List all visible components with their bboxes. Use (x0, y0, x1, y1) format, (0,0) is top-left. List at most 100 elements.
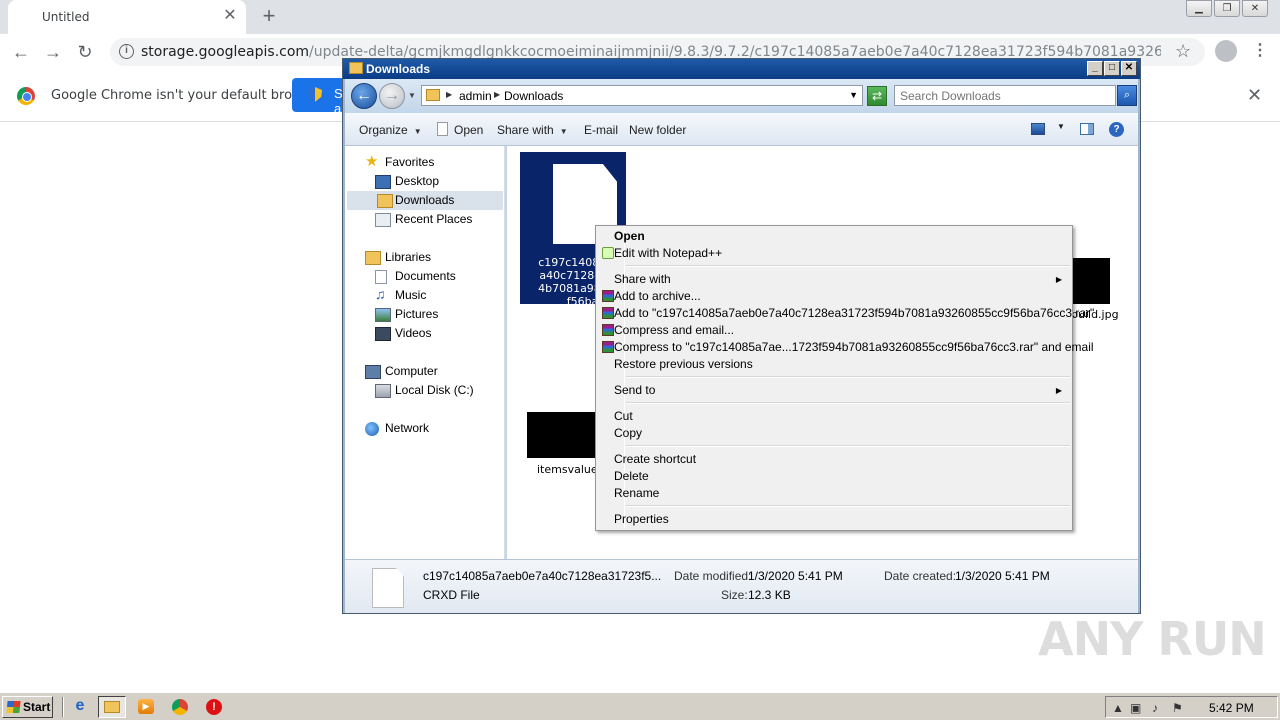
submenu-arrow-icon: ▶ (1055, 386, 1062, 395)
change-view-icon[interactable] (1031, 123, 1045, 135)
computer-icon (365, 365, 381, 379)
profile-avatar-icon[interactable] (1215, 40, 1237, 62)
menu-separator (626, 265, 1070, 267)
explorer-minimize-button[interactable]: _ (1087, 61, 1103, 76)
share-with-button[interactable]: Share with ▼ (497, 123, 568, 137)
menu-item-compress-email[interactable]: Compress and email... (598, 322, 1070, 339)
forward-arrow-icon[interactable]: → (40, 39, 66, 65)
info-icon[interactable]: i (119, 44, 134, 59)
volume-icon[interactable]: ♪ (1152, 701, 1158, 715)
refresh-icon[interactable]: ⇄ (867, 86, 887, 106)
menu-label: Add to archive... (614, 289, 701, 303)
menu-label: Rename (614, 486, 660, 500)
address-dropdown-icon[interactable]: ▼ (849, 90, 858, 100)
search-box[interactable] (894, 85, 1116, 106)
nav-label: Pictures (395, 307, 439, 321)
menu-item-share-with[interactable]: Share with ▶ (598, 271, 1070, 288)
forward-button[interactable]: → (379, 83, 405, 109)
chrome-taskbar-icon[interactable] (166, 696, 194, 718)
caret-down-icon: ▼ (413, 127, 422, 136)
browser-tab[interactable]: Untitled ✕ (8, 0, 246, 34)
menu-item-rename[interactable]: Rename (598, 485, 1070, 502)
menu-label: Compress to "c197c14085a7ae...1723f594b7… (614, 340, 1094, 354)
menu-item-open[interactable]: Open (598, 228, 1070, 245)
music-icon: ♫ (375, 286, 386, 302)
show-hidden-icons-icon[interactable]: ▲ (1112, 701, 1124, 715)
email-button[interactable]: E-mail (584, 123, 618, 137)
nav-label: Downloads (395, 193, 455, 207)
recent-pages-dropdown-icon[interactable]: ▼ (408, 91, 416, 100)
chrome-logo-icon (17, 87, 35, 105)
open-button[interactable]: Open (454, 123, 483, 137)
nav-label: Libraries (385, 250, 432, 264)
command-bar: Organize ▼ Open Share with ▼ E-mail New fo… (345, 113, 1138, 146)
organize-button[interactable]: Organize ▼ (359, 123, 422, 137)
menu-item-restore-versions[interactable]: Restore previous versions (598, 356, 1070, 373)
winrar-icon (602, 324, 614, 336)
bookmark-star-icon[interactable]: ☆ (1175, 41, 1191, 62)
reload-icon[interactable]: ↻ (72, 39, 98, 65)
preview-pane-icon[interactable] (1080, 123, 1094, 135)
start-button[interactable]: Start (2, 696, 53, 718)
internet-explorer-icon[interactable]: e (66, 696, 94, 718)
new-folder-button[interactable]: New folder (629, 123, 686, 137)
breadcrumb-downloads[interactable]: Downloads (504, 89, 563, 103)
explorer-taskbar-button[interactable] (98, 696, 126, 718)
document-icon (437, 122, 448, 136)
menu-label: Cut (614, 409, 633, 423)
infobar-close-icon[interactable]: ✕ (1247, 85, 1262, 106)
videos-icon (375, 327, 391, 341)
breadcrumb-admin[interactable]: admin (459, 89, 492, 103)
menu-label: Send to (614, 383, 656, 397)
menu-item-send-to[interactable]: Send to ▶ (598, 382, 1070, 399)
tab-close-icon[interactable]: ✕ (220, 6, 240, 26)
windows-logo-icon (6, 701, 21, 713)
submenu-arrow-icon: ▶ (1055, 275, 1062, 284)
folder-icon (426, 89, 440, 101)
menu-item-delete[interactable]: Delete (598, 468, 1070, 485)
network-tray-icon[interactable]: ▣ (1130, 701, 1141, 715)
menu-item-copy[interactable]: Copy (598, 425, 1070, 442)
restore-button[interactable]: ❐ (1214, 0, 1240, 17)
minimize-button[interactable]: ▁ (1186, 0, 1212, 17)
menu-item-cut[interactable]: Cut (598, 408, 1070, 425)
more-menu-icon[interactable]: ⋮ (1252, 40, 1268, 60)
back-arrow-icon[interactable]: ← (8, 39, 34, 65)
close-button[interactable]: ✕ (1242, 0, 1268, 17)
chevron-right-icon[interactable]: ▶ (494, 90, 500, 99)
action-center-flag-icon[interactable]: ⚑ (1172, 701, 1183, 715)
search-input[interactable] (895, 86, 1095, 105)
clock[interactable]: 5:42 PM (1209, 701, 1254, 715)
file-thumbnail[interactable] (527, 412, 597, 458)
explorer-close-button[interactable]: ✕ (1121, 61, 1137, 76)
menu-item-properties[interactable]: Properties (598, 511, 1070, 528)
details-file-type: CRXD File (423, 588, 480, 602)
breadcrumb[interactable]: ▶ admin ▶ Downloads ▼ (421, 85, 863, 106)
help-icon[interactable]: ? (1109, 122, 1124, 137)
menu-item-add-to-rar[interactable]: Add to "c197c14085a7aeb0e7a40c7128ea3172… (598, 305, 1094, 322)
nav-downloads[interactable]: Downloads (347, 191, 503, 210)
menu-separator (626, 445, 1070, 447)
search-icon[interactable]: ⌕ (1117, 85, 1137, 106)
explorer-maximize-button[interactable]: □ (1104, 61, 1120, 76)
menu-label: Share with (614, 272, 671, 286)
view-options-dropdown-icon[interactable]: ▼ (1057, 122, 1065, 131)
network-icon (365, 422, 379, 436)
chevron-right-icon[interactable]: ▶ (446, 90, 452, 99)
back-button[interactable]: ← (351, 83, 377, 109)
details-pane: c197c14085a7aeb0e7a40c7128ea31723f5... C… (345, 559, 1138, 613)
menu-separator (626, 402, 1070, 404)
nav-label: Favorites (385, 155, 435, 169)
exclamation-icon: ! (206, 699, 222, 715)
menu-item-add-archive[interactable]: Add to archive... (598, 288, 1070, 305)
explorer-titlebar[interactable]: Downloads _ □ ✕ (343, 59, 1140, 79)
recent-places-icon (375, 213, 391, 227)
menu-item-edit-notepad[interactable]: Edit with Notepad++ (598, 245, 1070, 262)
new-tab-button[interactable]: + (256, 4, 282, 30)
menu-item-create-shortcut[interactable]: Create shortcut (598, 451, 1070, 468)
menu-item-compress-to-rar-email[interactable]: Compress to "c197c14085a7ae...1723f594b7… (598, 339, 1094, 356)
stop-app-icon[interactable]: ! (200, 696, 228, 718)
browser-tab-strip: Untitled ✕ + ▁ ❐ ✕ (0, 0, 1280, 34)
tab-title: Untitled (42, 10, 90, 24)
media-player-icon[interactable]: ▶ (132, 696, 160, 718)
